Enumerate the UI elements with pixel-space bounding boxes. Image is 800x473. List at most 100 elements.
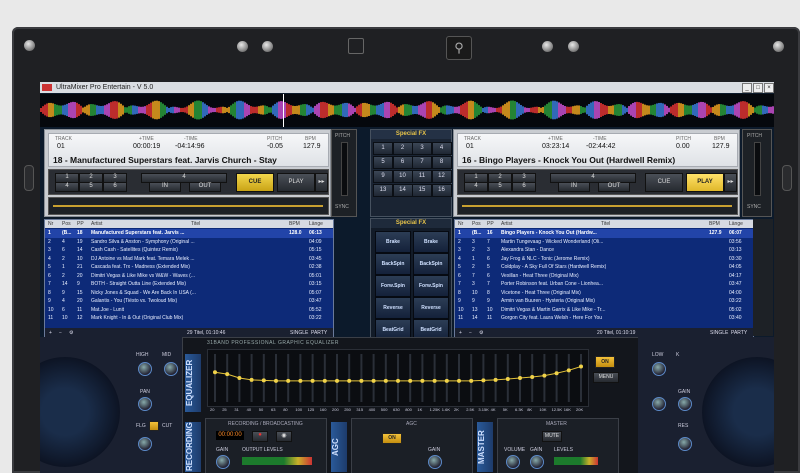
record-button[interactable]: ● bbox=[252, 431, 268, 442]
sync-label[interactable]: SYNC bbox=[747, 204, 761, 210]
low-eq-knob[interactable] bbox=[652, 362, 666, 376]
agc-tab[interactable]: AGC bbox=[331, 422, 347, 472]
eq-band-handle[interactable] bbox=[566, 368, 571, 373]
close-button[interactable]: × bbox=[764, 83, 774, 93]
eq-band-handle[interactable] bbox=[530, 375, 535, 380]
volume-knob[interactable] bbox=[506, 455, 520, 469]
mid-eq-knob[interactable] bbox=[164, 362, 178, 376]
eq-slider-track[interactable] bbox=[348, 354, 351, 402]
fx-reverse-button[interactable]: Reverse bbox=[413, 297, 449, 319]
pitch-slider[interactable] bbox=[341, 142, 348, 196]
eq-band-handle[interactable] bbox=[249, 377, 254, 382]
fx-pad-14[interactable]: 14 bbox=[392, 184, 413, 197]
eq-band-handle[interactable] bbox=[542, 373, 547, 378]
fx-forwspin-button[interactable]: Forw.Spin bbox=[413, 275, 449, 297]
eq-band-handle[interactable] bbox=[469, 378, 474, 383]
hotcue-4-button[interactable]: 4 bbox=[464, 182, 488, 192]
eq-band-handle[interactable] bbox=[408, 378, 413, 383]
eq-slider-track[interactable] bbox=[323, 354, 326, 402]
agc-on-button[interactable]: ON bbox=[382, 433, 402, 444]
fx-pad-3[interactable]: 3 bbox=[412, 142, 432, 155]
loop-out-button[interactable]: OUT bbox=[598, 182, 630, 192]
eq-slider-track[interactable] bbox=[580, 354, 582, 402]
eq-band-handle[interactable] bbox=[310, 378, 315, 383]
agc-gain-knob[interactable] bbox=[428, 455, 442, 469]
eq-band-handle[interactable] bbox=[505, 376, 510, 381]
waveform-overview[interactable] bbox=[40, 94, 774, 127]
table-row[interactable]: 6 2 20 Dimitri Vegas & Like Mike vs W&W - W… bbox=[45, 272, 333, 281]
table-row[interactable]: 11 14 11 Gorgon City feat. Laura Welsh - He… bbox=[455, 314, 753, 323]
eq-slider-track[interactable] bbox=[287, 354, 290, 402]
eq-on-button[interactable]: ON bbox=[595, 356, 615, 368]
eq-band-handle[interactable] bbox=[274, 378, 278, 383]
play-button[interactable]: PLAY bbox=[277, 173, 315, 192]
column-header[interactable]: Pos bbox=[62, 221, 71, 227]
fx-pad-5[interactable]: 5 bbox=[373, 156, 393, 169]
fx-pad-11[interactable]: 11 bbox=[412, 170, 432, 183]
eq-band-handle[interactable] bbox=[420, 378, 425, 383]
hotcue-6-button[interactable]: 6 bbox=[103, 182, 127, 192]
eq-band-handle[interactable] bbox=[261, 378, 266, 383]
loop-in-button[interactable]: IN bbox=[149, 182, 181, 192]
eq-band-handle[interactable] bbox=[322, 378, 327, 383]
fx-pad-10[interactable]: 10 bbox=[392, 170, 413, 183]
table-row[interactable]: 10 6 11 Mat.Joe - Lunit 05:52 bbox=[45, 306, 333, 315]
hotcue-6-button[interactable]: 6 bbox=[512, 182, 536, 192]
table-row[interactable]: 5 2 5 Coldplay - A Sky Full Of Stars (Hardw… bbox=[455, 263, 753, 272]
gear-icon[interactable]: ⚙ bbox=[69, 330, 73, 336]
gain-knob[interactable] bbox=[138, 437, 152, 451]
eq-slider-track[interactable] bbox=[458, 354, 460, 402]
table-row[interactable]: 3 6 14 Cash Cash - Satellites (Quintez Remi… bbox=[45, 246, 333, 255]
master-gain-knob[interactable] bbox=[530, 455, 544, 469]
eq-band-handle[interactable] bbox=[457, 378, 461, 383]
equalizer-graph[interactable] bbox=[207, 349, 589, 407]
fx-forwspin-button[interactable]: Forw.Spin bbox=[375, 275, 411, 297]
eq-band-handle[interactable] bbox=[286, 378, 291, 383]
eq-slider-track[interactable] bbox=[433, 354, 436, 402]
hotcue-5-button[interactable]: 5 bbox=[79, 182, 103, 192]
gear-icon[interactable]: ⚙ bbox=[479, 330, 483, 336]
fx-brake-button[interactable]: Brake bbox=[375, 231, 411, 253]
table-row[interactable]: 7 14 9 BOTH - Straight Outta Line (Extended… bbox=[45, 280, 333, 289]
eq-slider-track[interactable] bbox=[397, 354, 399, 402]
eq-menu-button[interactable]: MENU bbox=[593, 372, 619, 383]
table-row[interactable]: 9 4 20 Galantis - You (Tiësto vs. Twoloud M… bbox=[45, 297, 333, 306]
eq-band-handle[interactable] bbox=[237, 376, 242, 380]
fx-brake-button[interactable]: Brake bbox=[413, 231, 449, 253]
table-row[interactable]: 9 9 9 Armin van Buuren - Hysteria (Original… bbox=[455, 297, 753, 306]
eq-slider-track[interactable] bbox=[311, 354, 314, 402]
table-row[interactable]: 7 3 7 Porter Robinson feat. Urban Cone - Li… bbox=[455, 280, 753, 289]
table-row[interactable]: 1 (B... 16 Bingo Players - Knock You Out (H… bbox=[455, 229, 753, 238]
eq-band-handle[interactable] bbox=[371, 378, 376, 383]
deck-b-pitch-fader[interactable] bbox=[457, 197, 738, 215]
eq-band-handle[interactable] bbox=[493, 377, 498, 382]
column-header[interactable]: PP bbox=[77, 221, 84, 227]
playhead-marker[interactable] bbox=[283, 94, 284, 127]
party-mode-button[interactable]: PARTY bbox=[311, 330, 327, 336]
fx-pad-9[interactable]: 9 bbox=[373, 170, 393, 183]
cue-button[interactable]: CUE bbox=[645, 173, 683, 192]
eq-slider-track[interactable] bbox=[360, 354, 363, 402]
res-knob[interactable] bbox=[678, 437, 692, 451]
eq-band-handle[interactable] bbox=[335, 378, 339, 383]
fx-pad-6[interactable]: 6 bbox=[392, 156, 413, 169]
eq-slider-track[interactable] bbox=[299, 354, 302, 402]
play-button[interactable]: PLAY bbox=[686, 173, 724, 192]
cue-button[interactable]: CUE bbox=[236, 173, 274, 192]
fx-pad-1[interactable]: 1 bbox=[373, 142, 393, 155]
eq-band-handle[interactable] bbox=[396, 378, 400, 383]
eq-slider-track[interactable] bbox=[555, 354, 558, 402]
eq-band-handle[interactable] bbox=[432, 378, 437, 383]
eq-slider-track[interactable] bbox=[445, 354, 448, 402]
eq-band-handle[interactable] bbox=[298, 378, 303, 383]
eq-band-handle[interactable] bbox=[347, 378, 352, 383]
flanger-button[interactable] bbox=[149, 421, 159, 431]
gain-knob[interactable] bbox=[678, 397, 692, 411]
table-row[interactable]: 3 2 3 Alexandra Stan - Dance 03:13 bbox=[455, 246, 753, 255]
equalizer-tab[interactable]: EQUALIZER bbox=[185, 354, 201, 412]
column-header[interactable]: Titel bbox=[191, 221, 200, 227]
eq-band-handle[interactable] bbox=[444, 378, 449, 383]
eq-band-handle[interactable] bbox=[359, 378, 364, 383]
eq-band-handle[interactable] bbox=[225, 372, 230, 377]
forward-button[interactable]: ▸▸ bbox=[315, 173, 328, 192]
